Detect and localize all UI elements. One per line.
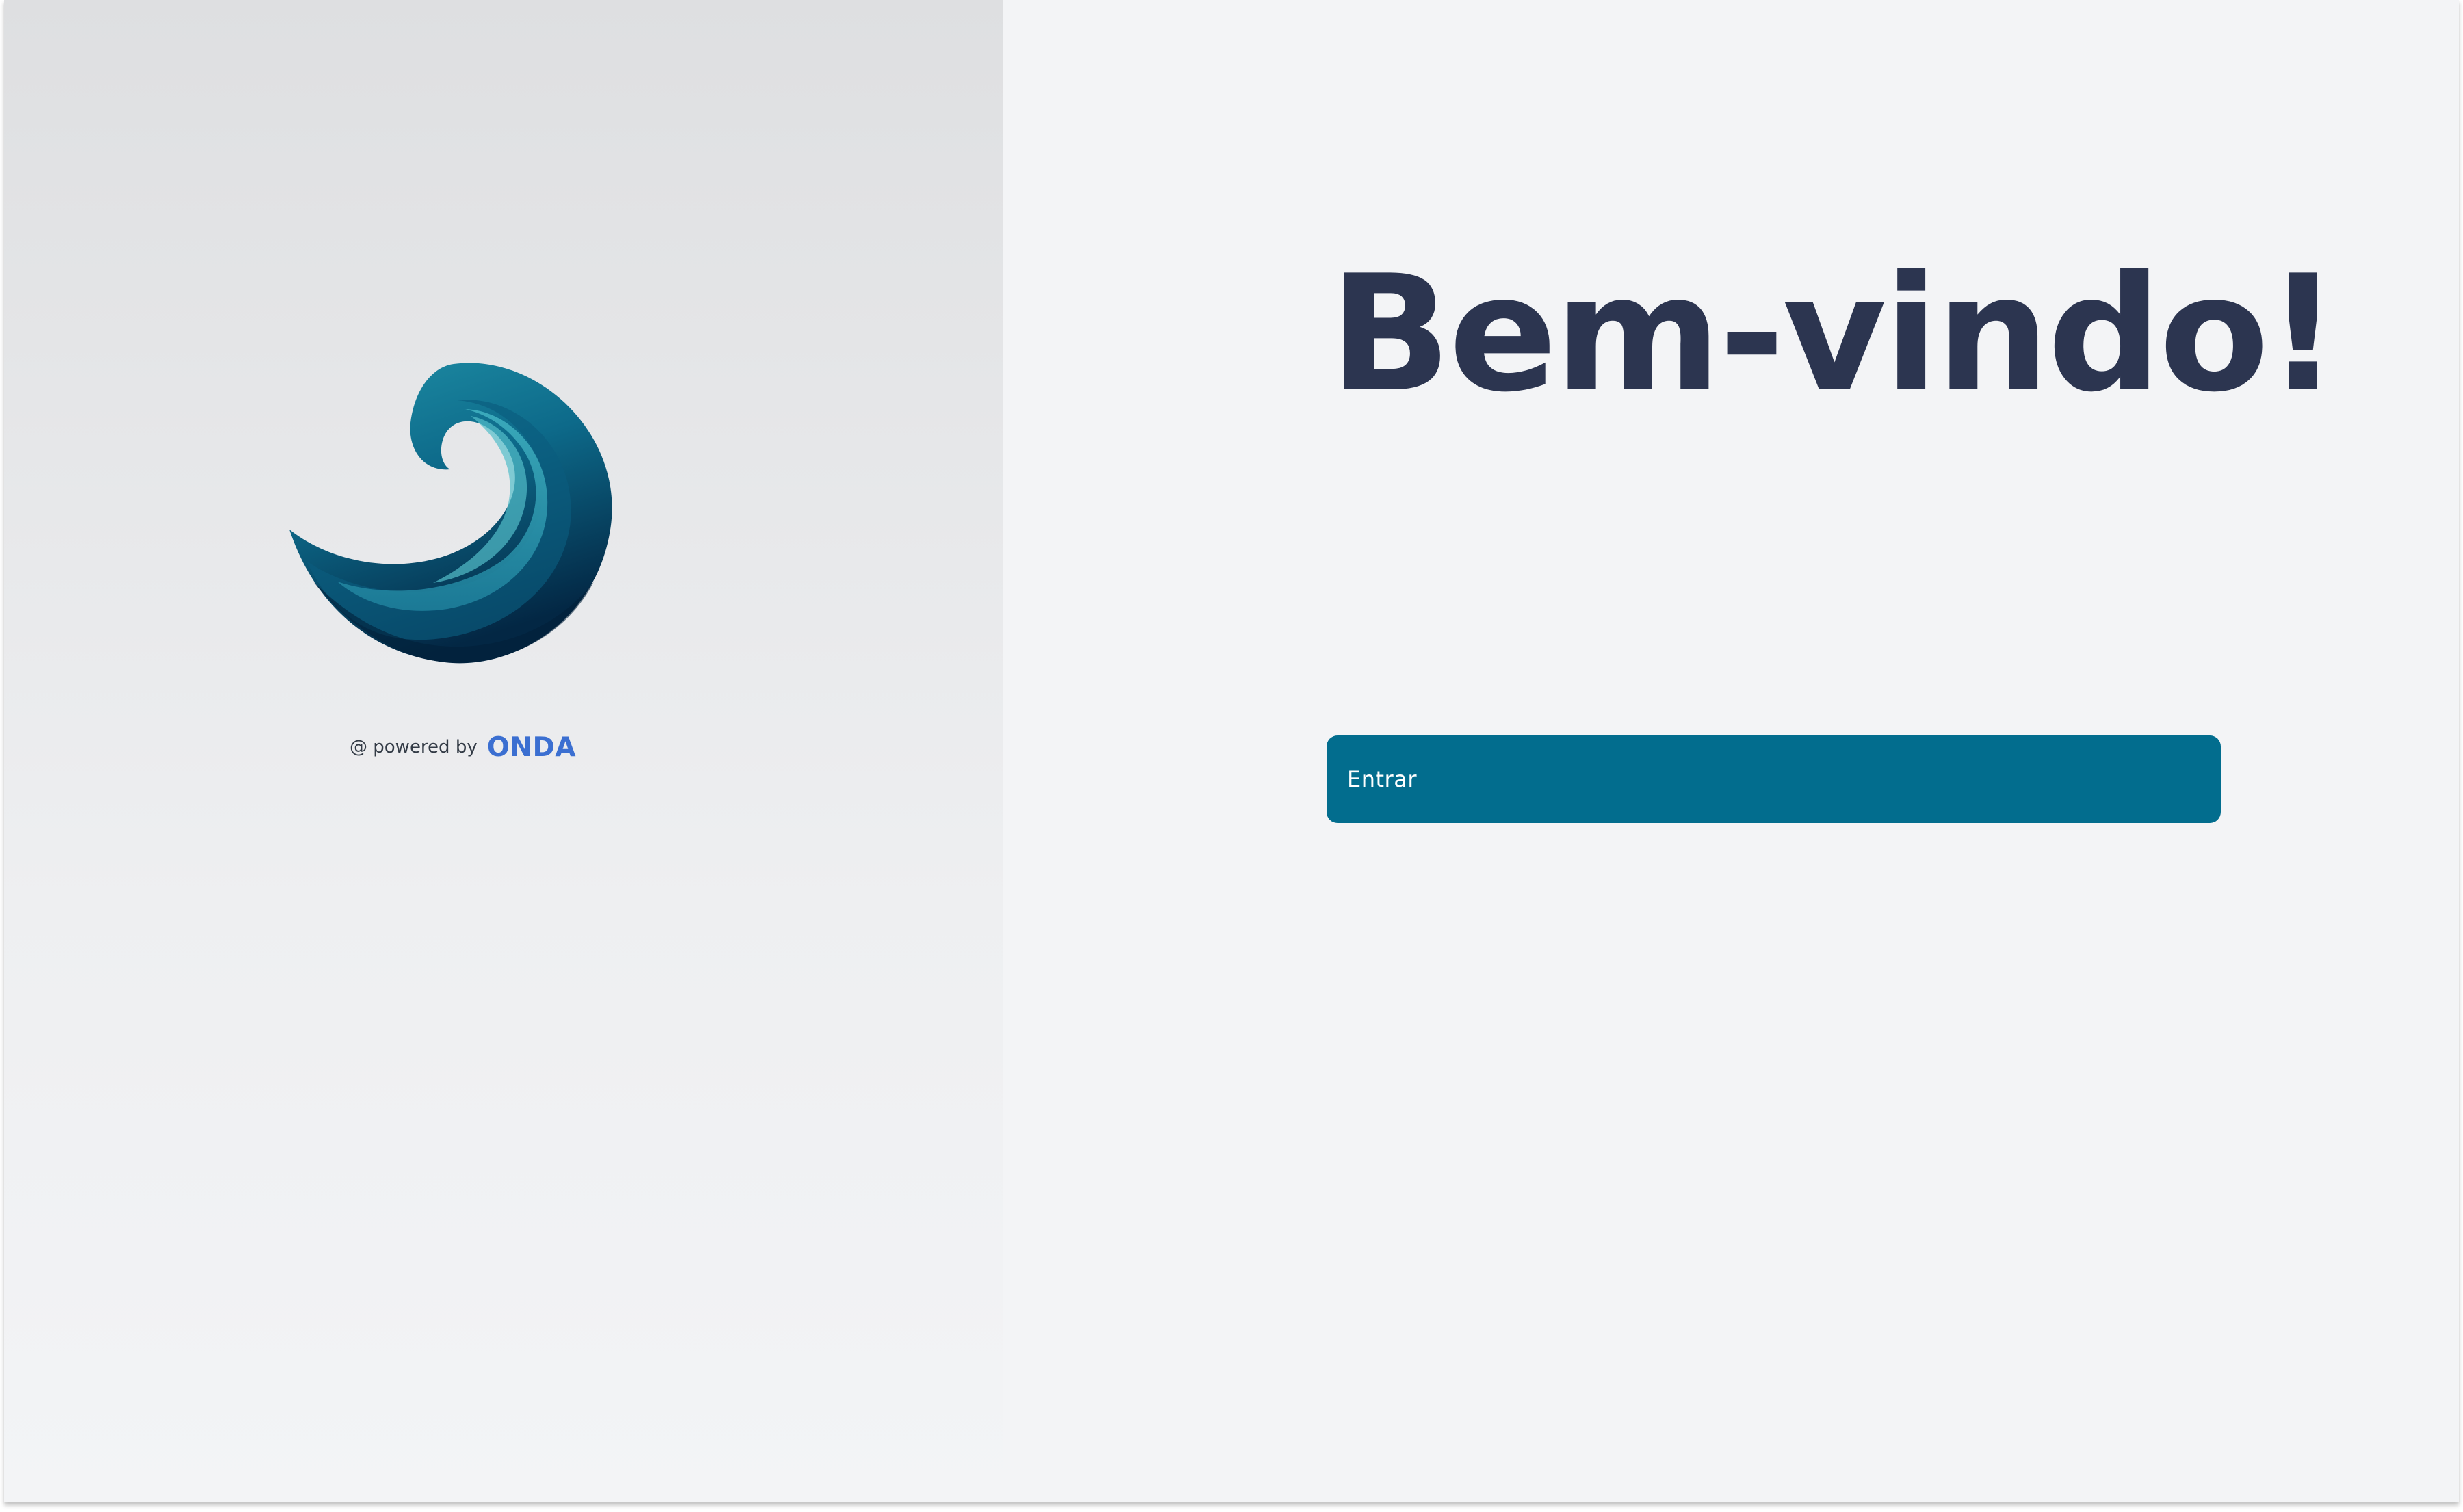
app-window: @ powered by ONDA Bem-vindo! Entrar — [4, 0, 2459, 1502]
powered-by-brand: ONDA — [486, 731, 577, 763]
enter-button[interactable]: Entrar — [1327, 735, 2221, 823]
welcome-title: Bem-vindo! — [1329, 242, 2339, 428]
login-panel: Bem-vindo! Entrar — [1003, 0, 2459, 1502]
wave-logo-icon — [286, 356, 621, 670]
brand-panel: @ powered by ONDA — [4, 0, 1003, 1502]
powered-by: @ powered by ONDA — [350, 728, 576, 766]
powered-by-label: @ powered by — [350, 737, 478, 757]
